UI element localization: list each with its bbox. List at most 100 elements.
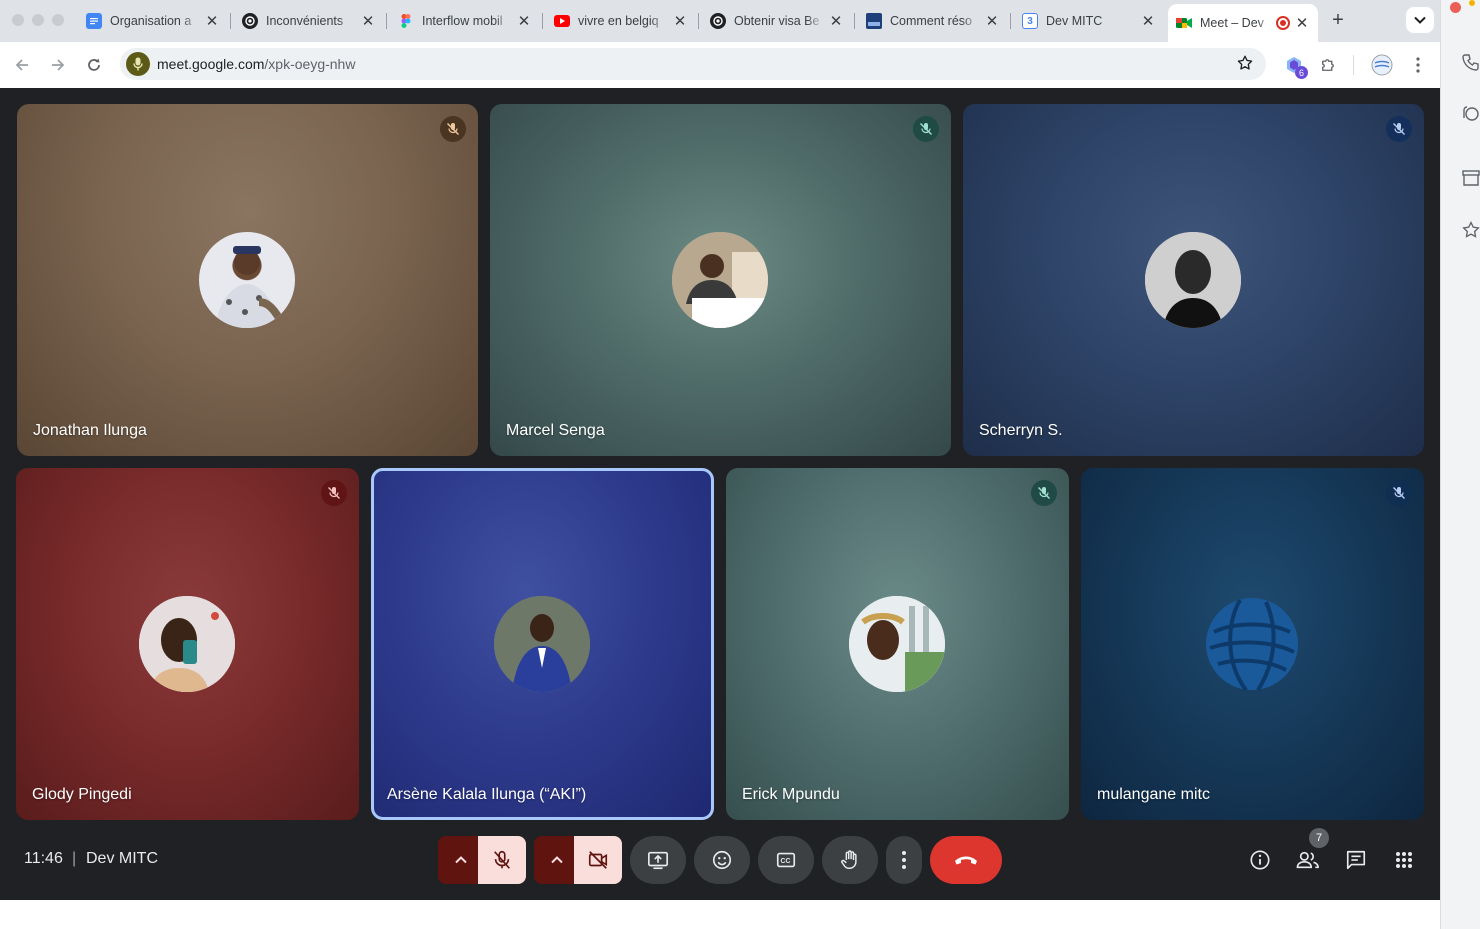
tab-title: Comment réso	[890, 14, 972, 28]
present-screen-icon	[648, 851, 668, 870]
url-host: meet.google.com	[157, 56, 265, 72]
avatar-icon	[1371, 54, 1393, 76]
avatar	[494, 596, 590, 692]
page-bottom-area	[0, 900, 1440, 929]
window-zoom-button[interactable]	[52, 14, 64, 26]
mic-off-icon	[920, 123, 932, 135]
tab-meet[interactable]: Meet – Dev ✕	[1168, 4, 1318, 42]
site-info-button[interactable]	[126, 52, 150, 76]
close-tab-icon[interactable]: ✕	[360, 12, 376, 30]
reactions-button[interactable]	[694, 836, 750, 884]
muted-indicator	[1031, 480, 1057, 506]
more-options-icon	[902, 851, 906, 869]
tab-interflow[interactable]: Interflow mobil ✕	[390, 4, 540, 38]
site-icon	[866, 13, 882, 29]
star-outline-icon[interactable]	[1461, 220, 1480, 240]
lens-icon[interactable]	[1461, 104, 1480, 124]
reload-button[interactable]	[82, 53, 106, 77]
tab-vivre-en-belgique[interactable]: vivre en belgiq ✕	[546, 4, 696, 38]
window-minimize-button[interactable]	[32, 14, 44, 26]
participant-tile[interactable]: Arsène Kalala Ilunga (“AKI”)	[371, 468, 714, 820]
mic-off-icon	[1393, 123, 1405, 135]
emoji-icon	[712, 850, 732, 870]
participant-name: Scherryn S.	[979, 422, 1063, 439]
chat-button[interactable]	[1343, 847, 1369, 873]
participant-tile[interactable]: Marcel Senga	[490, 104, 951, 456]
divider: |	[72, 850, 77, 867]
tab-title: Obtenir visa Be	[734, 14, 820, 28]
recording-indicator-icon	[1276, 16, 1290, 30]
close-tab-icon[interactable]: ✕	[516, 12, 532, 30]
tab-inconvenients[interactable]: Inconvénients ✕	[234, 4, 384, 38]
camera-off-icon	[588, 851, 608, 869]
tab-comment-resoudre[interactable]: Comment réso ✕	[858, 4, 1008, 38]
openai-icon	[242, 13, 258, 29]
close-tab-icon[interactable]: ✕	[828, 12, 844, 30]
avatar	[1145, 232, 1241, 328]
svg-text:CC: CC	[781, 858, 791, 865]
phone-icon[interactable]	[1461, 52, 1480, 72]
participant-tile[interactable]: mulangane mitc	[1081, 468, 1424, 820]
window-close-button[interactable]	[12, 14, 24, 26]
extension-button[interactable]: 6	[1282, 53, 1308, 79]
browser-menu-button[interactable]	[1406, 53, 1430, 77]
meeting-details-button[interactable]	[1247, 847, 1273, 873]
avatar	[849, 596, 945, 692]
new-tab-button[interactable]: +	[1328, 9, 1348, 32]
tab-organisation[interactable]: Organisation a ✕	[78, 4, 228, 38]
avatar	[139, 596, 235, 692]
forward-button[interactable]	[46, 53, 70, 77]
participant-tile[interactable]: Jonathan Ilunga	[17, 104, 478, 456]
meeting-clock: 11:46	[24, 850, 63, 867]
raise-hand-button[interactable]	[822, 836, 878, 884]
bookmark-button[interactable]	[1236, 54, 1254, 77]
mic-off-icon	[1393, 487, 1405, 499]
participant-name: mulangane mitc	[1097, 786, 1210, 803]
archive-icon[interactable]	[1461, 168, 1480, 188]
extensions-menu-button[interactable]	[1316, 53, 1340, 77]
tab-obtenir-visa[interactable]: Obtenir visa Be ✕	[702, 4, 852, 38]
close-tab-icon[interactable]: ✕	[1140, 12, 1156, 30]
tab-title: Dev MITC	[1046, 14, 1103, 28]
back-button[interactable]	[10, 53, 34, 77]
avatar	[672, 232, 768, 328]
activities-button[interactable]	[1391, 847, 1417, 873]
side-panel-strip	[1440, 0, 1480, 929]
muted-indicator	[913, 116, 939, 142]
microphone-toggle-button[interactable]	[478, 836, 526, 884]
camera-toggle-button[interactable]	[574, 836, 622, 884]
apps-grid-icon	[1396, 852, 1412, 868]
mic-off-icon	[328, 487, 340, 499]
muted-indicator	[440, 116, 466, 142]
more-options-button[interactable]	[886, 836, 922, 884]
captions-button[interactable]: CC	[758, 836, 814, 884]
meet-stage: Jonathan Ilunga Marcel Senga Scherryn S.	[0, 88, 1440, 900]
avatar	[1204, 596, 1300, 692]
profile-button[interactable]	[1370, 53, 1394, 77]
close-window-dot-icon[interactable]	[1450, 2, 1461, 13]
participant-name: Glody Pingedi	[32, 786, 132, 803]
tab-title: Organisation a	[110, 14, 192, 28]
tab-search-button[interactable]	[1406, 7, 1434, 33]
participant-tile[interactable]: Erick Mpundu	[726, 468, 1069, 820]
url-path: /xpk-oeyg-nhw	[264, 56, 356, 72]
participant-tile[interactable]: Scherryn S.	[963, 104, 1424, 456]
people-button[interactable]	[1295, 847, 1321, 873]
tab-dev-mitc[interactable]: 3 Dev MITC ✕	[1014, 4, 1164, 38]
youtube-icon	[554, 15, 570, 27]
muted-indicator	[1386, 480, 1412, 506]
info-icon	[1250, 850, 1270, 870]
browser-toolbar: meet.google.com/xpk-oeyg-nhw 6	[0, 42, 1440, 88]
participant-tile[interactable]: Glody Pingedi	[16, 468, 359, 820]
close-tab-icon[interactable]: ✕	[204, 12, 220, 30]
people-icon	[1296, 851, 1319, 869]
present-screen-button[interactable]	[630, 836, 686, 884]
participant-name: Jonathan Ilunga	[33, 422, 147, 439]
close-tab-icon[interactable]: ✕	[984, 12, 1000, 30]
google-meet-icon	[1176, 15, 1192, 31]
close-tab-icon[interactable]: ✕	[1294, 14, 1310, 32]
close-tab-icon[interactable]: ✕	[672, 12, 688, 30]
leave-call-button[interactable]	[930, 836, 1002, 884]
captions-icon: CC	[776, 852, 796, 868]
address-bar[interactable]: meet.google.com/xpk-oeyg-nhw	[120, 48, 1266, 80]
